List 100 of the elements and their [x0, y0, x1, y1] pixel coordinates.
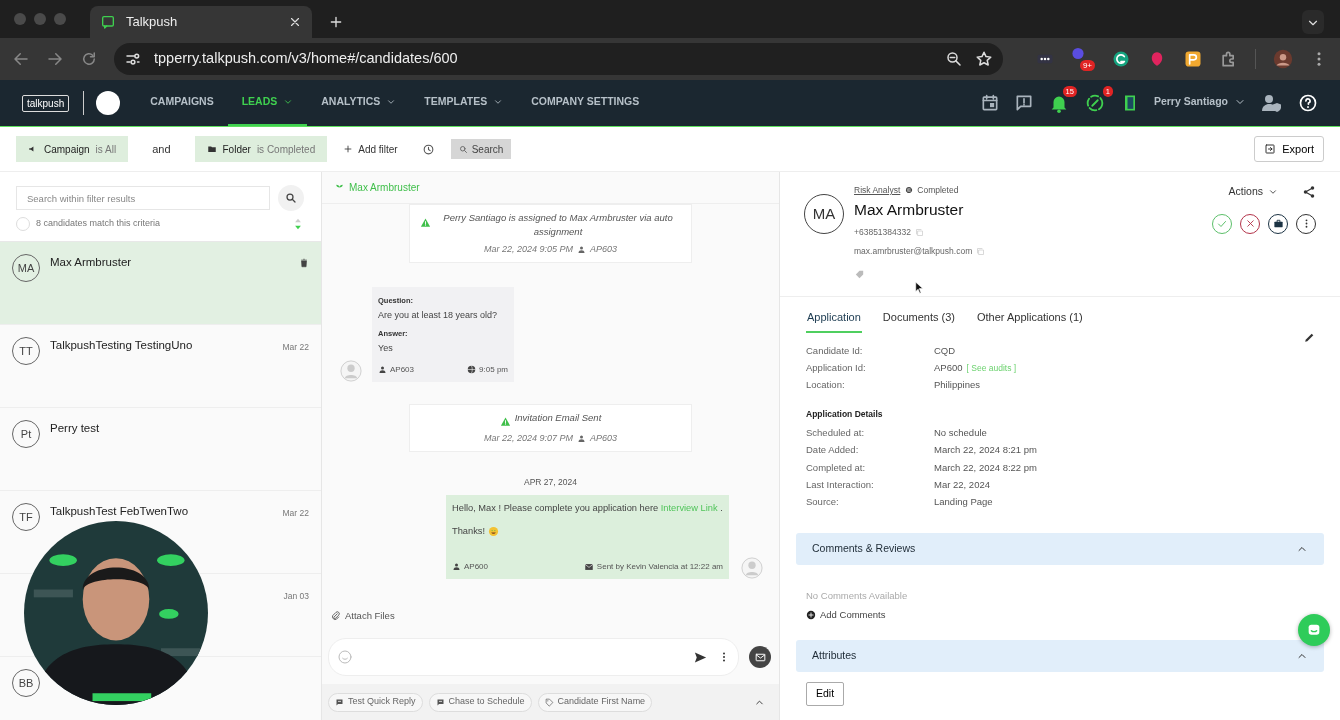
profile-avatar-icon[interactable]	[1272, 48, 1294, 70]
add-filter-button[interactable]: Add filter	[335, 141, 406, 157]
field-value: Landing Page	[934, 495, 994, 509]
system-message: Invitation Email Sent	[514, 410, 602, 425]
section-header[interactable]: Attributes	[796, 639, 1324, 672]
system-message: Perry Santiago is assigned to Max Armbruster via auto assignment	[442, 211, 674, 240]
smiley-icon	[488, 526, 500, 538]
zoom-icon[interactable]	[945, 50, 963, 68]
phone-number: +63851384332	[854, 226, 911, 239]
attach-files-button[interactable]: Attach Files	[322, 602, 779, 630]
profile-tab[interactable]: Other Applications (1)	[975, 309, 1084, 333]
field-value: CQD	[934, 344, 956, 356]
question-text: Are you at least 18 years old?	[378, 309, 499, 323]
folder-icon	[206, 144, 217, 154]
job-title-link[interactable]: Risk Analyst	[854, 184, 901, 197]
reject-button[interactable]	[1240, 213, 1260, 234]
history-icon[interactable]	[421, 142, 435, 156]
warning-icon	[499, 416, 511, 428]
search-button[interactable]	[278, 185, 304, 211]
edit-button[interactable]: Edit	[806, 681, 845, 706]
help-icon[interactable]	[1298, 93, 1318, 113]
actions-dropdown[interactable]: Actions	[1228, 184, 1278, 200]
agent-id: AP603	[590, 242, 618, 256]
event-time: Mar 22, 2024 9:07 PM	[483, 431, 573, 445]
share-icon[interactable]	[1302, 184, 1316, 199]
user-menu[interactable]: Perry Santiago	[1153, 80, 1246, 126]
message-icon	[335, 697, 344, 707]
trash-icon[interactable]	[299, 258, 309, 268]
quick-reply-chip[interactable]: Test Quick Reply	[328, 692, 423, 712]
filter-joiner: and	[151, 141, 172, 157]
quick-reply-chip[interactable]: Candidate First Name	[537, 692, 653, 712]
bookmark-star-icon[interactable]	[975, 50, 993, 68]
nav-menu-item[interactable]: CAMPAIGNS	[136, 80, 228, 126]
person-icon	[577, 244, 586, 254]
nav-menu-item[interactable]: COMPANY SETTINGS	[517, 80, 654, 126]
filter-chip[interactable]: Folder is Completed	[194, 136, 328, 162]
section-title: Application Details	[805, 408, 884, 421]
candidate-name[interactable]: TalkpushTesting TestingUno	[50, 337, 193, 353]
field-label: Source:	[806, 495, 840, 509]
empty-comments: No Comments Available	[805, 589, 909, 604]
plus-icon	[343, 144, 354, 154]
search-field[interactable]: Search within filter results	[16, 186, 270, 210]
closing-text: Thanks!	[452, 524, 486, 538]
paperclip-icon	[330, 610, 341, 622]
avatar-icon	[741, 556, 763, 579]
export-icon	[1264, 143, 1277, 155]
profile-tab[interactable]: Application	[806, 309, 862, 333]
forward-icon[interactable]	[46, 50, 64, 68]
nav-menu-item[interactable]: LEADS	[227, 80, 308, 126]
search-icon	[458, 144, 468, 154]
field-value: No schedule	[934, 426, 988, 440]
search-button[interactable]: Search	[450, 139, 512, 159]
reload-icon[interactable]	[80, 50, 98, 68]
agent-id: AP603	[390, 363, 415, 376]
field-value: March 22, 2024 8:21 pm	[934, 443, 1038, 458]
sent-by: Sent by Kevin Valencia at 12:22 am	[596, 560, 723, 573]
company-logo-icon	[96, 91, 121, 115]
message-text: Hello, Max ! Please complete you application here Interview Link .	[452, 503, 723, 513]
email-button[interactable]	[749, 646, 771, 668]
match-count: 8 candidates match this criteria	[36, 217, 161, 231]
new-tab-icon[interactable]	[328, 14, 344, 30]
back-icon[interactable]	[12, 50, 30, 68]
field-label: Location:	[806, 378, 846, 392]
person-icon	[452, 562, 461, 572]
date-divider: APR 27, 2024	[524, 476, 577, 489]
grammar-extension-icon[interactable]	[1111, 49, 1131, 69]
candidate-name: Max Armbruster	[854, 199, 965, 220]
section-header[interactable]: Comments & Reviews	[796, 533, 1324, 566]
field-value: March 22, 2024 8:22 pm	[934, 460, 1038, 475]
message-time: 9:05 pm	[479, 363, 508, 376]
field-label: Scheduled at:	[806, 426, 866, 440]
profile-tab[interactable]: Documents (3)	[881, 309, 956, 333]
extension-icon[interactable]	[1183, 49, 1203, 69]
more-button[interactable]	[1296, 213, 1316, 234]
field-label: Application Id:	[806, 360, 867, 375]
close-tab-icon[interactable]	[288, 15, 302, 29]
briefcase-button[interactable]	[1268, 213, 1288, 234]
address-bar[interactable]: tpperry.talkpush.com/v3/home#/candidates/600	[114, 43, 1003, 75]
candidate-name[interactable]: TalkpushTest FebTwenTwo	[50, 503, 189, 519]
status-text: Completed	[917, 184, 959, 197]
candidate-date: Mar 22	[282, 507, 309, 520]
site-settings-icon	[124, 50, 142, 68]
message-input[interactable]	[328, 638, 739, 676]
person-icon	[378, 365, 387, 374]
field-label: Date Added:	[806, 443, 860, 458]
answer-text: Yes	[378, 342, 394, 355]
field-label: Candidate Id:	[806, 343, 864, 358]
filter-chip[interactable]: Campaign is All	[16, 136, 129, 162]
export-button[interactable]: Export	[1254, 136, 1324, 162]
talkpush-logo: talkpush	[22, 94, 70, 112]
gear-icon	[904, 185, 915, 196]
agent-id: AP603	[590, 431, 618, 445]
nav-menu-item[interactable]: ANALYTICS	[307, 80, 411, 126]
quick-reply-chip[interactable]: Chase to Schedule	[428, 692, 532, 712]
field-value: Mar 22, 2024	[934, 477, 991, 492]
candidate-name[interactable]: Perry test	[50, 420, 100, 436]
field-value: AP600	[934, 361, 963, 373]
person-icon	[577, 434, 586, 443]
candidate-item[interactable]: MA Max Armbruster	[0, 242, 321, 325]
nav-menu-item[interactable]: TEMPLATES	[410, 80, 518, 126]
